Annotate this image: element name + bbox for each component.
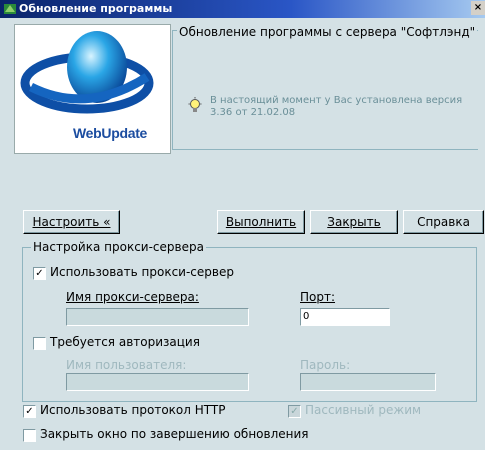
globe-logo-icon bbox=[20, 31, 154, 114]
username-input[interactable] bbox=[66, 373, 249, 391]
configure-button-label: Настроить « bbox=[32, 215, 111, 229]
password-label: Пароль: bbox=[300, 358, 351, 372]
lightbulb-icon bbox=[188, 97, 202, 112]
close-window-button[interactable]: × bbox=[471, 1, 485, 15]
auth-required-checkbox[interactable] bbox=[33, 337, 46, 350]
password-input[interactable] bbox=[300, 373, 436, 391]
close-on-finish-label: Закрыть окно по завершению обновления bbox=[40, 427, 309, 441]
title-bar: Обновление программы × bbox=[0, 0, 485, 18]
passive-mode-checkbox[interactable]: ✓ bbox=[288, 405, 301, 418]
webupdate-logo: WebUpdate bbox=[14, 24, 171, 154]
proxy-settings-group: Настройка прокси-сервера ✓ Использовать … bbox=[22, 240, 477, 402]
execute-button-label: Выполнить bbox=[225, 215, 297, 229]
close-on-finish-checkbox[interactable] bbox=[23, 429, 36, 442]
use-proxy-label: Использовать прокси-сервер bbox=[50, 265, 234, 279]
use-http-label: Использовать протокол HTTP bbox=[40, 403, 226, 417]
use-proxy-checkbox[interactable]: ✓ bbox=[33, 267, 46, 280]
configure-button[interactable]: Настроить « bbox=[23, 210, 120, 234]
use-http-checkbox[interactable]: ✓ bbox=[23, 405, 36, 418]
window-title: Обновление программы bbox=[19, 2, 173, 15]
help-button-label: Справка bbox=[417, 215, 470, 229]
logo-text: WebUpdate bbox=[73, 125, 148, 141]
server-title: Обновление программы с сервера "Софтлэнд… bbox=[177, 25, 478, 39]
app-icon bbox=[4, 4, 16, 14]
passive-mode-label: Пассивный режим bbox=[305, 403, 422, 417]
execute-button[interactable]: Выполнить bbox=[217, 210, 305, 234]
help-button[interactable]: Справка bbox=[403, 210, 484, 234]
version-info: В настоящий момент у Вас установлена вер… bbox=[210, 95, 463, 118]
info-panel: Обновление программы с сервера "Софтлэнд… bbox=[172, 25, 478, 150]
port-input[interactable]: 0 bbox=[300, 308, 390, 326]
port-label: Порт: bbox=[300, 290, 336, 304]
proxy-server-name-input[interactable] bbox=[66, 308, 249, 326]
proxy-group-title: Настройка прокси-сервера bbox=[31, 240, 206, 254]
auth-required-label: Требуется авторизация bbox=[50, 335, 200, 349]
proxy-server-name-label: Имя прокси-сервера: bbox=[66, 290, 199, 304]
username-label: Имя пользователя: bbox=[66, 358, 187, 372]
close-button-label: Закрыть bbox=[327, 215, 381, 229]
close-button[interactable]: Закрыть bbox=[310, 210, 398, 234]
